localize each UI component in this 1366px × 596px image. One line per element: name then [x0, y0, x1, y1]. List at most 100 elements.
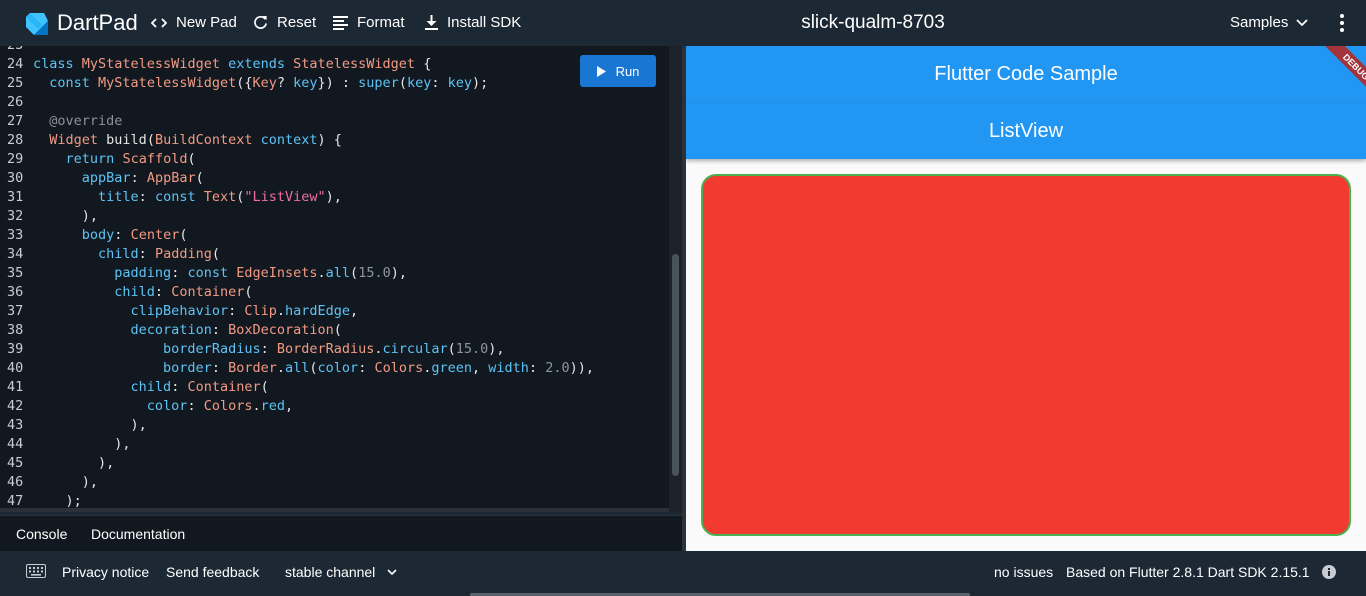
- code-line[interactable]: 25 const MyStatelessWidget({Key? key}) :…: [0, 74, 594, 93]
- line-number: 41: [7, 379, 24, 395]
- preview-inner-app-bar: ListView: [686, 103, 1366, 159]
- code-line[interactable]: 42 color: Colors.red,: [0, 397, 594, 416]
- code-line[interactable]: 29 return Scaffold(: [0, 150, 594, 169]
- format-label: Format: [357, 14, 405, 31]
- code-line[interactable]: 23: [0, 46, 594, 55]
- line-code: ),: [33, 474, 99, 490]
- line-number: 35: [7, 265, 24, 281]
- code-line[interactable]: 33 body: Center(: [0, 226, 594, 245]
- code-line[interactable]: 24 class MyStatelessWidget extends Statel…: [0, 55, 594, 74]
- editor-scrollbar-thumb[interactable]: [672, 254, 679, 476]
- install-sdk-button[interactable]: Install SDK: [425, 14, 521, 31]
- samples-dropdown[interactable]: Samples: [1230, 14, 1308, 31]
- run-button[interactable]: Run: [580, 55, 656, 87]
- code-line[interactable]: 27 @override: [0, 112, 594, 131]
- code-lines[interactable]: 2324 class MyStatelessWidget extends Stat…: [0, 46, 594, 511]
- line-code: color: Colors.red,: [146, 398, 294, 414]
- line-number: 30: [7, 170, 24, 186]
- code-line[interactable]: 26: [0, 93, 594, 112]
- format-button[interactable]: Format: [333, 14, 405, 31]
- code-line[interactable]: 28 Widget build(BuildContext context) {: [0, 131, 594, 150]
- line-code: ),: [33, 417, 147, 433]
- samples-label: Samples: [1230, 14, 1289, 31]
- install-sdk-label: Install SDK: [447, 14, 522, 31]
- editor-horizontal-scrollbar[interactable]: [0, 508, 669, 512]
- code-editor[interactable]: 2324 class MyStatelessWidget extends Stat…: [0, 46, 682, 512]
- channel-dropdown[interactable]: stable channel: [285, 564, 397, 580]
- align-lines-icon: [333, 15, 348, 30]
- code-line[interactable]: 38 decoration: BoxDecoration(: [0, 321, 594, 340]
- line-number: 44: [7, 436, 24, 452]
- line-number: 26: [7, 94, 24, 110]
- bottom-tabs: Console Documentation: [0, 515, 682, 551]
- app-title[interactable]: DartPad: [57, 10, 138, 36]
- preview-app-bar-title: Flutter Code Sample: [934, 63, 1118, 85]
- line-code: class MyStatelessWidget extends Stateles…: [33, 56, 432, 72]
- line-number: 46: [7, 474, 24, 490]
- line-number: 37: [7, 303, 24, 319]
- channel-label: stable channel: [285, 564, 376, 580]
- line-number: 39: [7, 341, 24, 357]
- line-code: Widget build(BuildContext context) {: [49, 132, 342, 148]
- line-number: 40: [7, 360, 24, 376]
- preview-app-bar: Flutter Code Sample: [686, 46, 1366, 103]
- more-vert-icon[interactable]: [1334, 13, 1350, 33]
- line-number: 34: [7, 246, 24, 262]
- line-code: @override: [49, 113, 123, 129]
- code-line[interactable]: 35 padding: const EdgeInsets.all(15.0),: [0, 264, 594, 283]
- new-pad-label: New Pad: [176, 14, 237, 31]
- line-code: body: Center(: [81, 227, 188, 243]
- line-code: child: Container(: [130, 379, 269, 395]
- new-pad-button[interactable]: New Pad: [151, 14, 237, 31]
- code-line[interactable]: 32 ),: [0, 207, 594, 226]
- line-code: title: const Text("ListView"),: [98, 189, 342, 205]
- code-brackets-icon: [151, 17, 167, 28]
- code-line[interactable]: 40 border: Border.all(color: Colors.gree…: [0, 359, 594, 378]
- issues-status[interactable]: no issues: [994, 564, 1053, 580]
- line-number: 43: [7, 417, 24, 433]
- red-container: [701, 174, 1351, 536]
- line-code: clipBehavior: Clip.hardEdge,: [130, 303, 359, 319]
- reset-button[interactable]: Reset: [253, 14, 316, 31]
- chevron-down-icon: [1296, 18, 1308, 26]
- code-line[interactable]: 45 ),: [0, 454, 594, 473]
- chevron-down-icon: [387, 568, 397, 575]
- code-line[interactable]: 31 title: const Text("ListView"),: [0, 188, 594, 207]
- reset-label: Reset: [277, 14, 317, 31]
- dart-logo-icon[interactable]: [24, 11, 50, 37]
- top-app-bar: DartPad New Pad Reset Format Install SDK…: [0, 0, 1366, 46]
- line-number: 42: [7, 398, 24, 414]
- line-number: 25: [7, 75, 24, 91]
- code-line[interactable]: 41 child: Container(: [0, 378, 594, 397]
- line-code: return Scaffold(: [65, 151, 196, 167]
- code-line[interactable]: 46 ),: [0, 473, 594, 492]
- code-line[interactable]: 44 ),: [0, 435, 594, 454]
- send-feedback-link[interactable]: Send feedback: [166, 564, 259, 580]
- code-line[interactable]: 37 clipBehavior: Clip.hardEdge,: [0, 302, 594, 321]
- line-code: ),: [33, 455, 115, 471]
- line-code: child: Padding(: [98, 246, 220, 262]
- privacy-notice-link[interactable]: Privacy notice: [62, 564, 149, 580]
- code-line[interactable]: 30 appBar: AppBar(: [0, 169, 594, 188]
- keyboard-icon[interactable]: [26, 564, 46, 578]
- line-number: 33: [7, 227, 24, 243]
- code-line[interactable]: 34 child: Padding(: [0, 245, 594, 264]
- line-code: decoration: BoxDecoration(: [130, 322, 342, 338]
- line-number: 38: [7, 322, 24, 338]
- code-line[interactable]: 39 borderRadius: BorderRadius.circular(1…: [0, 340, 594, 359]
- tab-console[interactable]: Console: [16, 526, 67, 542]
- line-code: ),: [33, 436, 131, 452]
- info-icon[interactable]: [1321, 564, 1337, 580]
- line-code: child: Container(: [114, 284, 253, 300]
- code-line[interactable]: 36 child: Container(: [0, 283, 594, 302]
- line-code: appBar: AppBar(: [81, 170, 204, 186]
- line-code: ),: [33, 208, 99, 224]
- line-code: border: Border.all(color: Colors.green, …: [163, 360, 594, 376]
- pad-name[interactable]: slick-qualm-8703: [801, 12, 945, 33]
- line-number: 32: [7, 208, 24, 224]
- line-code: padding: const EdgeInsets.all(15.0),: [114, 265, 407, 281]
- tab-documentation[interactable]: Documentation: [91, 526, 185, 542]
- code-line[interactable]: 43 ),: [0, 416, 594, 435]
